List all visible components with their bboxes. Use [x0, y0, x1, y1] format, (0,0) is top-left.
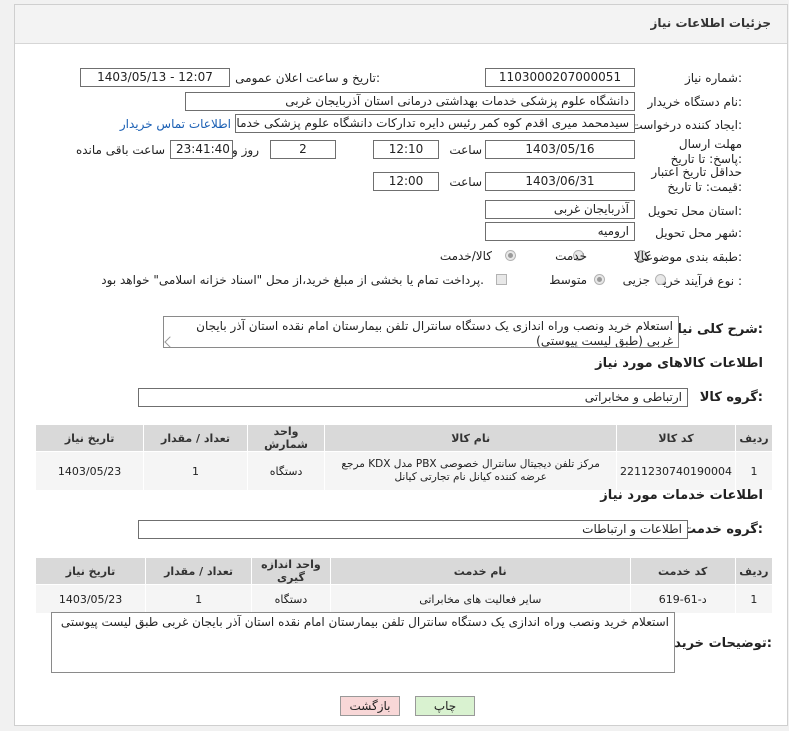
goods-cell-date: 1403/05/23: [34, 451, 145, 491]
buyer-notes-text[interactable]: استعلام خرید ونصب وراه اندازی یک دستگاه …: [51, 612, 675, 673]
category-option-service: خدمت: [555, 249, 587, 263]
panel-header: جزئیات اطلاعات نیاز: [15, 5, 787, 44]
process-option-minor: جزیی: [622, 273, 650, 287]
process-option-medium: متوسط: [549, 273, 587, 287]
services-col-unit: واحد اندازه گیری: [251, 557, 331, 585]
table-row[interactable]: 1 د-61-619 سایر فعالیت های مخابراتی دستگ…: [34, 584, 774, 614]
services-col-date: تاریخ نیاز: [34, 557, 147, 585]
price-validity-label: حداقل تاریخ اعتبار قیمت: تا تاریخ:: [651, 165, 742, 194]
services-col-row: ردیف: [734, 557, 774, 585]
days-remaining-field[interactable]: 2: [270, 140, 336, 159]
days-label: روز و: [232, 143, 259, 157]
buyer-notes-label: توضیحات خریدار:: [662, 636, 772, 651]
deadline-time-field[interactable]: 12:10: [373, 140, 439, 159]
general-description-value: استعلام خرید ونصب وراه اندازی یک دستگاه …: [196, 319, 673, 348]
province-field[interactable]: آذربایجان غربی: [485, 200, 635, 219]
goods-col-code: کد کالا: [616, 424, 737, 452]
buyer-org-label: نام دستگاه خریدار:: [647, 95, 743, 109]
services-cell-code: د-61-619: [629, 584, 736, 614]
remaining-time-label: ساعت باقی مانده: [75, 143, 165, 157]
treasury-checkbox[interactable]: [496, 274, 507, 285]
services-table: ردیف کد خدمت نام خدمت واحد اندازه گیری ت…: [34, 557, 774, 614]
goods-col-date: تاریخ نیاز: [34, 424, 145, 452]
deadline-time-label: ساعت: [449, 143, 482, 157]
goods-col-name: نام کالا: [324, 424, 618, 452]
goods-section-title: اطلاعات کالاهای مورد نیاز: [595, 356, 763, 371]
services-cell-row: 1: [734, 584, 774, 614]
table-row[interactable]: 1 2211230740190004 مرکز تلفن دیجیتال سان…: [34, 451, 773, 491]
goods-col-unit: واحد شمارش: [246, 424, 326, 452]
goods-cell-code: 2211230740190004: [616, 451, 737, 491]
price-validity-time-field[interactable]: 12:00: [373, 172, 439, 191]
buyer-org-field[interactable]: دانشگاه علوم پزشکی خدمات بهداشتی درمانی …: [185, 92, 635, 111]
goods-group-field[interactable]: ارتباطی و مخابراتی: [138, 388, 688, 407]
services-table-header: ردیف کد خدمت نام خدمت واحد اندازه گیری ت…: [34, 557, 774, 585]
validity-time-label: ساعت: [449, 175, 482, 189]
services-group-field[interactable]: اطلاعات و ارتباطات: [138, 520, 688, 539]
general-description-label: شرح کلی نیاز:: [669, 322, 763, 337]
category-option-goods-service: کالا/خدمت: [439, 249, 492, 263]
services-cell-qty: 1: [145, 584, 253, 614]
goods-table: ردیف کد کالا نام کالا واحد شمارش تعداد /…: [34, 424, 773, 491]
goods-cell-name: مرکز تلفن دیجیتال سانترال خصوصی PBX مدل …: [324, 451, 618, 491]
treasury-note: پرداخت تمام یا بخشی از مبلغ خرید،از محل …: [101, 273, 484, 287]
need-number-label: شماره نیاز:: [684, 71, 742, 85]
city-label: شهر محل تحویل:: [655, 226, 742, 240]
services-section-title: اطلاعات خدمات مورد نیاز: [600, 488, 763, 503]
services-col-name: نام خدمت: [329, 557, 631, 585]
category-label: طبقه بندی موضوعی:: [635, 250, 742, 264]
goods-col-qty: تعداد / مقدار: [143, 424, 248, 452]
services-cell-date: 1403/05/23: [34, 584, 147, 614]
category-radio-goods-service[interactable]: [505, 250, 516, 261]
category-option-goods: کالا: [633, 249, 650, 263]
general-description-text[interactable]: استعلام خرید ونصب وراه اندازی یک دستگاه …: [163, 316, 679, 348]
province-label: استان محل تحویل:: [647, 204, 742, 218]
creator-label: ایجاد کننده درخواست:: [631, 118, 742, 132]
deadline-date-field[interactable]: 1403/05/16: [485, 140, 635, 159]
services-group-label: گروه خدمت:: [683, 522, 763, 537]
process-radio-minor[interactable]: [655, 274, 666, 285]
services-col-code: کد خدمت: [629, 557, 736, 585]
goods-table-header: ردیف کد کالا نام کالا واحد شمارش تعداد /…: [34, 424, 773, 452]
creator-field[interactable]: سیدمحمد میری اقدم کوه کمر رئیس دایره تدا…: [235, 114, 635, 133]
announce-datetime-label: تاریخ و ساعت اعلان عمومی:: [235, 71, 380, 85]
remaining-time-field[interactable]: 23:41:40: [170, 140, 233, 159]
goods-col-row: ردیف: [735, 424, 773, 452]
goods-cell-row: 1: [735, 451, 773, 491]
deadline-label: مهلت ارسال پاسخ: تا تاریخ:: [670, 137, 742, 166]
goods-cell-unit: دستگاه: [246, 451, 326, 491]
price-validity-date-field[interactable]: 1403/06/31: [485, 172, 635, 191]
resize-handle-icon[interactable]: [164, 336, 176, 347]
services-cell-name: سایر فعالیت های مخابراتی: [329, 584, 631, 614]
back-button[interactable]: بازگشت: [340, 696, 400, 716]
process-type-label: نوع فرآیند خرید :: [657, 274, 742, 288]
services-col-qty: تعداد / مقدار: [145, 557, 253, 585]
goods-cell-qty: 1: [143, 451, 248, 491]
services-cell-unit: دستگاه: [251, 584, 331, 614]
print-button[interactable]: چاپ: [415, 696, 475, 716]
goods-group-label: گروه کالا:: [699, 390, 763, 405]
process-radio-medium[interactable]: [594, 274, 605, 285]
city-field[interactable]: ارومیه: [485, 222, 635, 241]
buyer-contact-link[interactable]: اطلاعات تماس خریدار: [120, 117, 231, 131]
need-number-field[interactable]: 1103000207000051: [485, 68, 635, 87]
announce-datetime-field[interactable]: 1403/05/13 - 12:07: [80, 68, 230, 87]
page-title: جزئیات اطلاعات نیاز: [650, 16, 771, 30]
